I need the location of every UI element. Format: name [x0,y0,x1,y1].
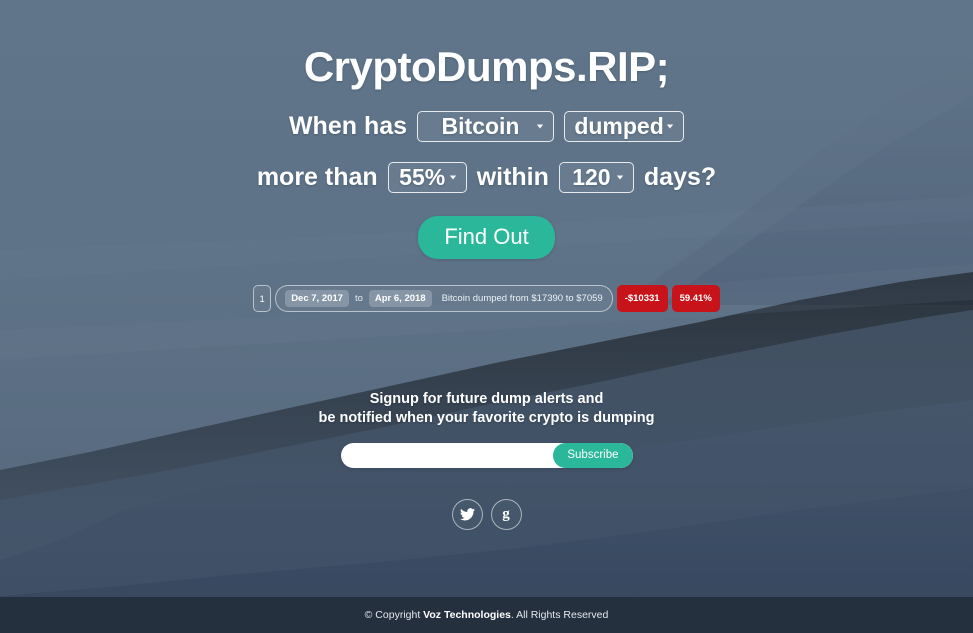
result-end-date: Apr 6, 2018 [368,290,432,307]
chevron-down-icon [449,175,456,180]
coin-select[interactable]: Bitcoin [417,110,555,142]
chevron-down-icon [536,124,544,129]
find-out-button[interactable]: Find Out [418,216,555,259]
footer-copyright-prefix: © Copyright [364,609,424,621]
query-form: When has Bitcoin dumped more than 55% wi… [0,109,973,259]
result-percent-badge: 59.41% [671,285,720,312]
signup-headline-line2: be notified when your favorite crypto is… [318,410,655,427]
percent-select-value: 55% [399,163,446,190]
signup-headline: Signup for future dump alerts and be not… [0,390,973,429]
chevron-down-icon [616,175,624,180]
result-description: Bitcoin dumped from $17390 to $7059 [441,293,603,304]
within-label: within [476,162,549,191]
result-start-date: Dec 7, 2017 [285,290,349,307]
query-line-1: When has Bitcoin dumped [0,109,973,143]
result-amount-badge: -$10331 [616,285,668,312]
signup-section: Signup for future dump alerts and be not… [0,390,973,530]
result-to-label: to [354,293,363,304]
coin-select-value: Bitcoin [441,112,520,139]
subscribe-form: Subscribe [340,442,633,468]
result-detail: Dec 7, 2017 to Apr 6, 2018 Bitcoin dumpe… [275,285,613,312]
signup-headline-line1: Signup for future dump alerts and [369,391,604,407]
googleplus-link[interactable]: g [490,498,522,530]
result-index: 1 [253,285,272,312]
twitter-link[interactable] [451,498,483,530]
chevron-down-icon [666,124,674,129]
more-than-label: more than [256,162,378,191]
social-links: g [0,498,973,530]
query-prefix-label: When has [288,111,408,140]
subscribe-button[interactable]: Subscribe [553,442,633,468]
googleplus-icon: g [502,505,510,522]
days-select-value: 120 [572,163,611,190]
email-input[interactable] [340,442,554,468]
result-row[interactable]: 1 Dec 7, 2017 to Apr 6, 2018 Bitcoin dum… [253,285,720,312]
footer: © Copyright Voz Technologies . All Right… [0,597,973,633]
twitter-icon [459,507,475,521]
results-list: 1 Dec 7, 2017 to Apr 6, 2018 Bitcoin dum… [0,285,973,312]
footer-copyright-suffix: . All Rights Reserved [510,609,609,621]
percent-select[interactable]: 55% [387,161,467,193]
action-select[interactable]: dumped [564,110,685,142]
days-label: days? [643,162,717,191]
hero-section: CryptoDumps.RIP; When has Bitcoin dumped… [0,0,973,597]
days-select[interactable]: 120 [558,161,634,193]
footer-company: Voz Technologies [423,609,511,621]
query-line-2: more than 55% within 120 days? [0,160,973,194]
action-select-value: dumped [574,112,664,139]
page-title: CryptoDumps.RIP; [303,43,670,90]
